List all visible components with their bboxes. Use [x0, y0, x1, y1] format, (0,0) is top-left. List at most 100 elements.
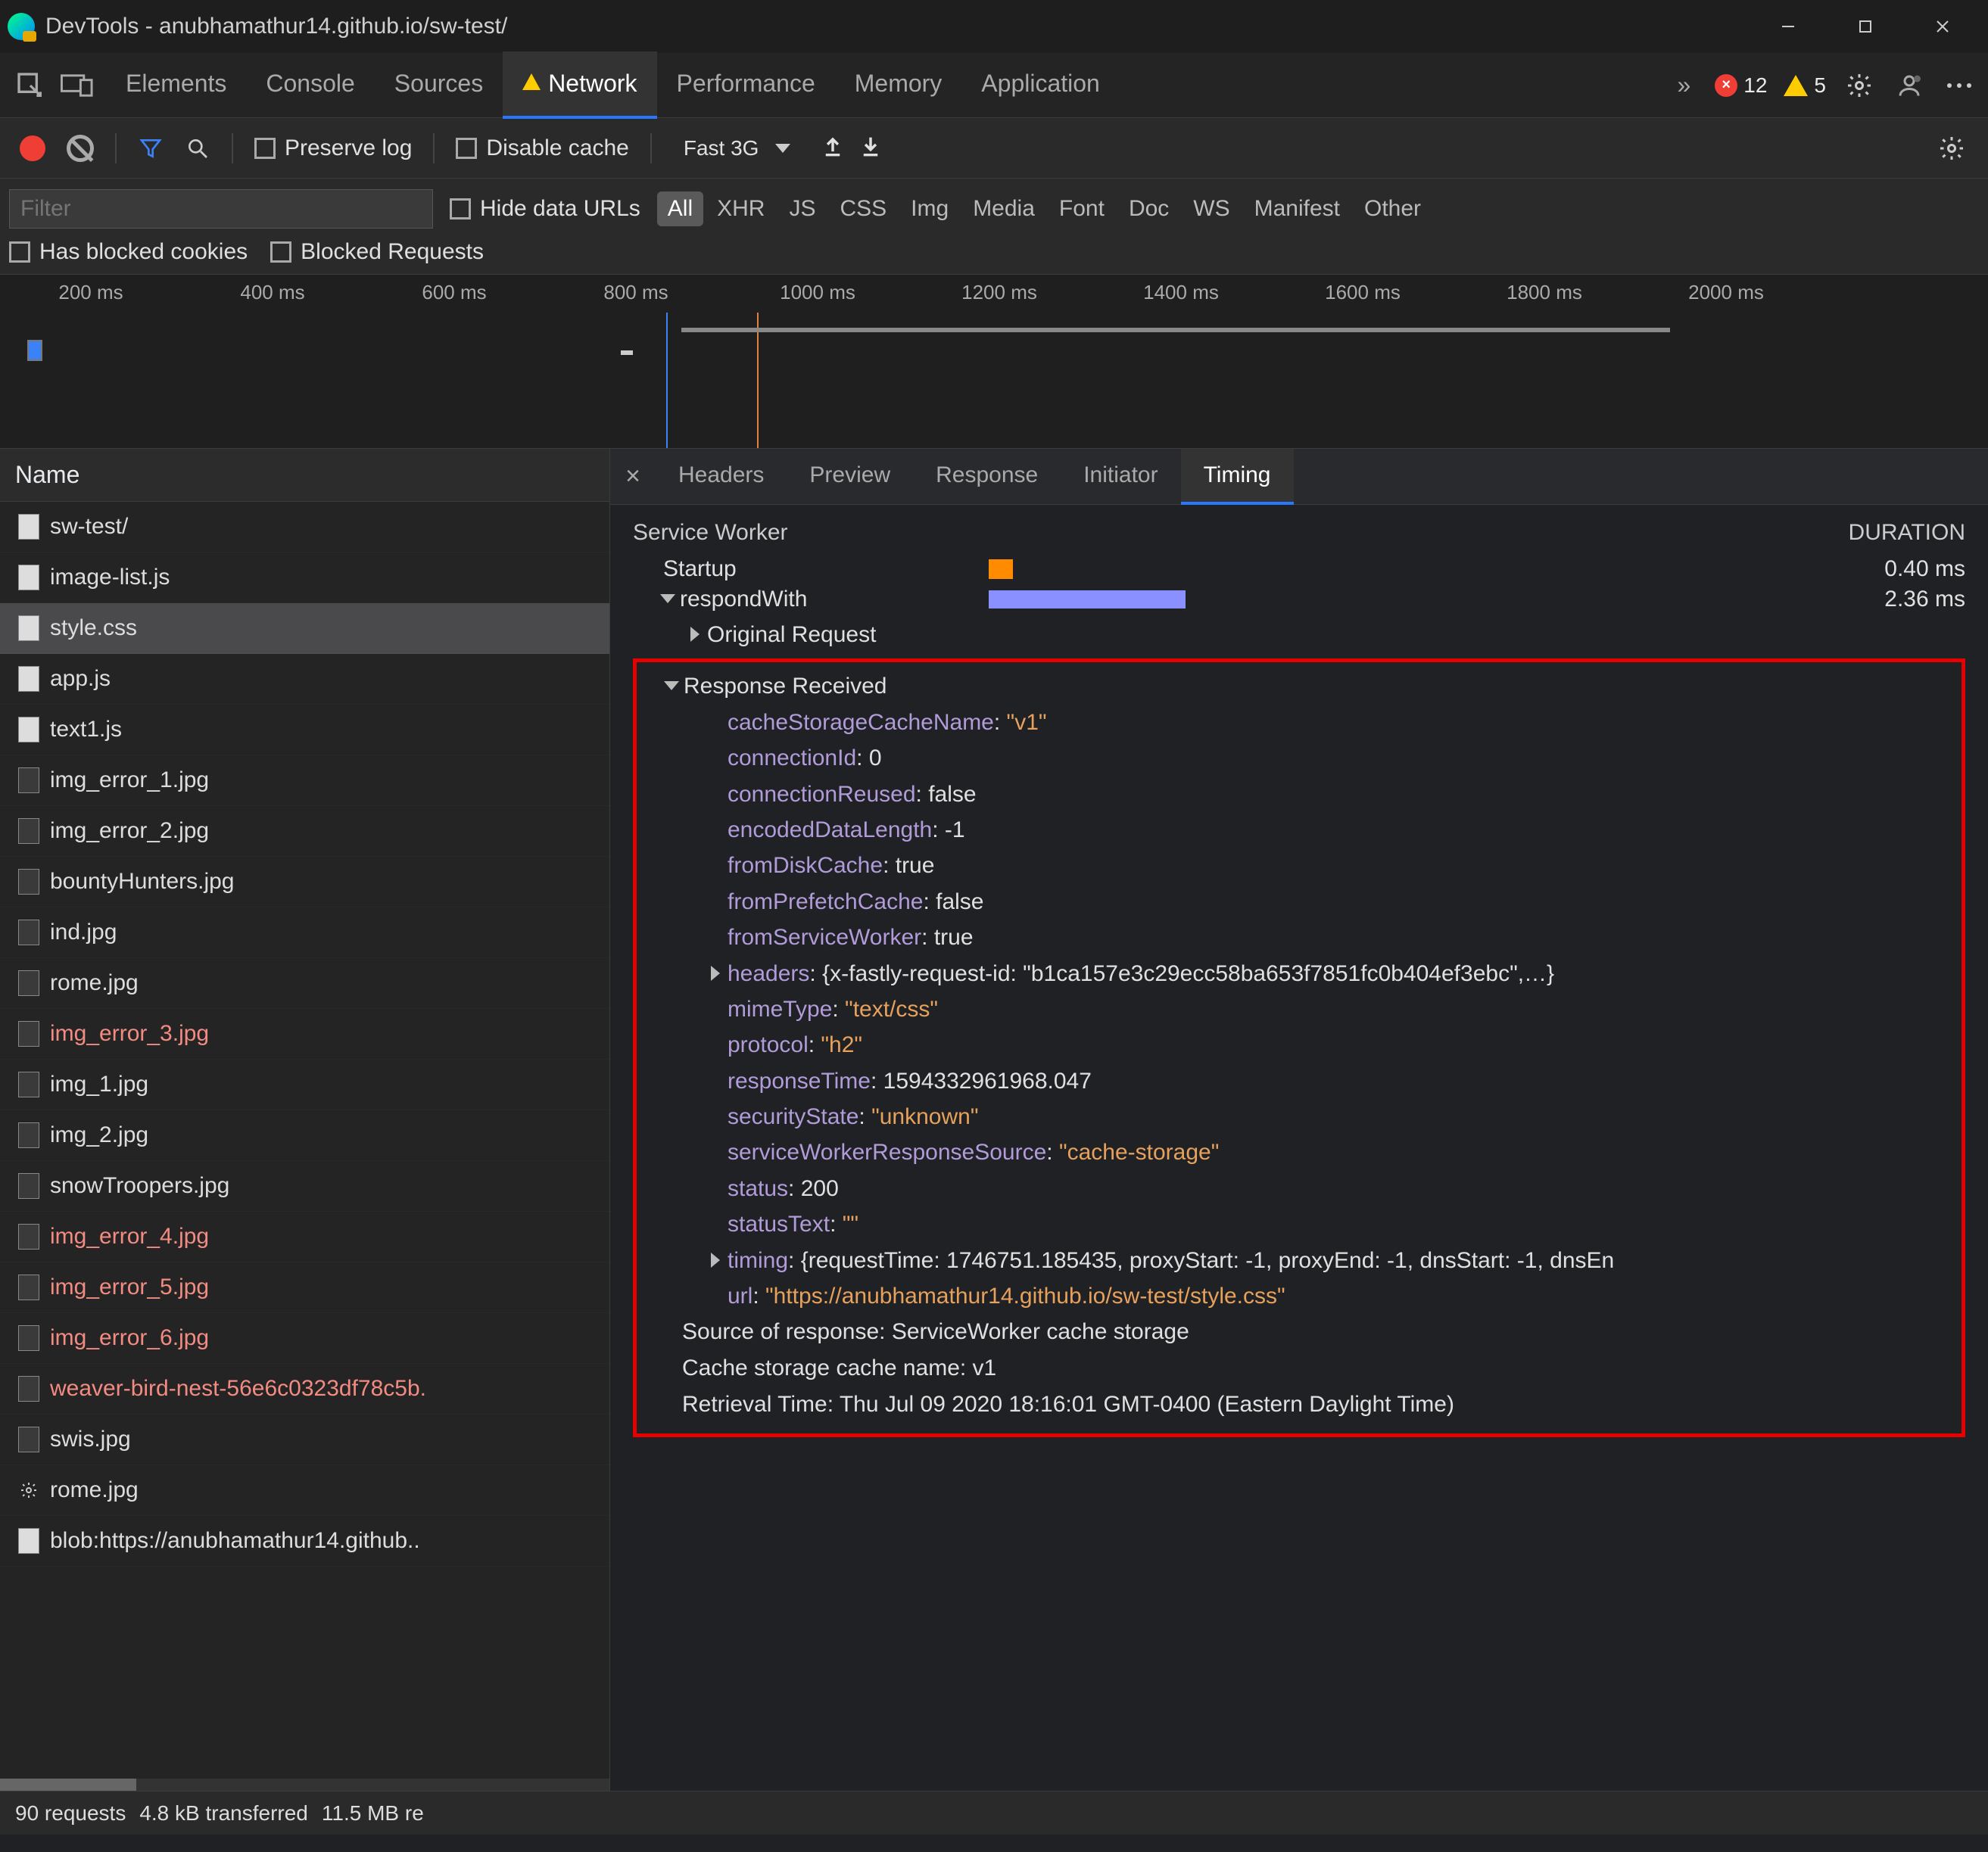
filter-type-font[interactable]: Font	[1049, 191, 1115, 226]
name-column-header[interactable]: Name	[0, 449, 609, 502]
search-icon[interactable]	[185, 135, 210, 161]
hide-data-urls-checkbox[interactable]: Hide data URLs	[450, 196, 640, 222]
request-row[interactable]: snowTroopers.jpg	[0, 1161, 609, 1212]
detail-tab-timing[interactable]: Timing	[1181, 449, 1294, 505]
main-tab-network[interactable]: Network	[503, 51, 656, 119]
timeline-tick: 2000 ms	[1635, 281, 1817, 304]
request-row[interactable]: ind.jpg	[0, 907, 609, 958]
filter-type-manifest[interactable]: Manifest	[1244, 191, 1351, 226]
warning-count[interactable]: 5	[1784, 73, 1826, 98]
main-tab-console[interactable]: Console	[246, 51, 374, 119]
account-icon[interactable]	[1893, 69, 1926, 102]
close-detail-icon[interactable]: ×	[610, 462, 656, 491]
close-button[interactable]	[1905, 4, 1980, 49]
property-row[interactable]: timing: {requestTime: 1746751.185435, pr…	[644, 1243, 1954, 1278]
request-row[interactable]: app.js	[0, 654, 609, 705]
more-panels-button[interactable]: »	[1669, 53, 1698, 117]
detail-tab-response[interactable]: Response	[913, 449, 1061, 505]
request-row[interactable]: img_error_5.jpg	[0, 1262, 609, 1313]
request-row[interactable]: img_error_3.jpg	[0, 1009, 609, 1060]
request-row[interactable]: weaver-bird-nest-56e6c0323df78c5b.	[0, 1364, 609, 1415]
filter-type-ws[interactable]: WS	[1183, 191, 1240, 226]
settings-icon[interactable]	[1843, 69, 1876, 102]
response-received-node[interactable]: Response Received	[644, 668, 1954, 704]
property-row[interactable]: url: "https://anubhamathur14.github.io/s…	[644, 1278, 1954, 1314]
request-row[interactable]: rome.jpg	[0, 1465, 609, 1516]
detail-tab-initiator[interactable]: Initiator	[1061, 449, 1180, 505]
disclosure-triangle-icon[interactable]	[711, 966, 720, 981]
main-tab-bar: ElementsConsoleSourcesNetworkPerformance…	[0, 53, 1988, 118]
original-request-node[interactable]: Original Request	[633, 617, 1965, 652]
main-tab-performance[interactable]: Performance	[657, 51, 835, 119]
filter-type-css[interactable]: CSS	[829, 191, 897, 226]
request-row[interactable]: rome.jpg	[0, 958, 609, 1009]
request-row[interactable]: sw-test/	[0, 502, 609, 552]
property-row[interactable]: statusText: ""	[644, 1206, 1954, 1242]
filter-type-xhr[interactable]: XHR	[706, 191, 775, 226]
disable-cache-checkbox[interactable]: Disable cache	[456, 135, 628, 161]
request-row[interactable]: img_error_4.jpg	[0, 1212, 609, 1262]
main-tab-application[interactable]: Application	[961, 51, 1120, 119]
network-overview-timeline[interactable]: 200 ms400 ms600 ms800 ms1000 ms1200 ms14…	[0, 275, 1988, 449]
disclosure-triangle-icon[interactable]	[660, 594, 675, 603]
property-row[interactable]: serviceWorkerResponseSource: "cache-stor…	[644, 1135, 1954, 1170]
main-tab-elements[interactable]: Elements	[106, 51, 246, 119]
detail-tab-preview[interactable]: Preview	[787, 449, 913, 505]
detail-tab-headers[interactable]: Headers	[656, 449, 787, 505]
filter-toggle-icon[interactable]	[138, 135, 164, 161]
property-row[interactable]: fromPrefetchCache: false	[644, 884, 1954, 920]
request-row[interactable]: img_1.jpg	[0, 1060, 609, 1110]
kebab-menu-icon[interactable]	[1943, 69, 1976, 102]
property-row[interactable]: status: 200	[644, 1171, 1954, 1206]
filter-type-media[interactable]: Media	[962, 191, 1045, 226]
property-row[interactable]: encodedDataLength: -1	[644, 812, 1954, 848]
property-row[interactable]: connectionId: 0	[644, 740, 1954, 776]
timing-row: Startup0.40 ms	[633, 556, 1965, 582]
filter-type-other[interactable]: Other	[1354, 191, 1432, 226]
error-count[interactable]: × 12	[1715, 73, 1767, 98]
record-button[interactable]	[20, 135, 45, 161]
timeline-slider[interactable]	[681, 328, 1670, 332]
property-row[interactable]: responseTime: 1594332961968.047	[644, 1063, 1954, 1099]
download-har-icon[interactable]	[860, 134, 881, 162]
request-row[interactable]: blob:https://anubhamathur14.github..	[0, 1516, 609, 1567]
request-row[interactable]: image-list.js	[0, 552, 609, 603]
device-toggle-icon[interactable]	[59, 67, 95, 104]
main-tab-sources[interactable]: Sources	[375, 51, 503, 119]
property-row[interactable]: securityState: "unknown"	[644, 1099, 1954, 1135]
clear-button[interactable]	[67, 135, 94, 162]
disclosure-triangle-icon[interactable]	[711, 1253, 720, 1268]
property-row[interactable]: protocol: "h2"	[644, 1027, 1954, 1063]
request-row[interactable]: swis.jpg	[0, 1415, 609, 1465]
property-row[interactable]: connectionReused: false	[644, 777, 1954, 812]
filter-type-img[interactable]: Img	[900, 191, 959, 226]
has-blocked-cookies-checkbox[interactable]: Has blocked cookies	[9, 239, 248, 265]
request-row[interactable]: text1.js	[0, 705, 609, 755]
property-row[interactable]: fromDiskCache: true	[644, 848, 1954, 883]
upload-har-icon[interactable]	[822, 134, 843, 162]
property-row[interactable]: cacheStorageCacheName: "v1"	[644, 705, 1954, 740]
filter-input[interactable]	[9, 189, 433, 229]
preserve-log-checkbox[interactable]: Preserve log	[254, 135, 412, 161]
main-tab-memory[interactable]: Memory	[835, 51, 962, 119]
filter-type-all[interactable]: All	[657, 191, 703, 226]
request-row[interactable]: bountyHunters.jpg	[0, 857, 609, 907]
minimize-button[interactable]	[1750, 4, 1826, 49]
request-row[interactable]: style.css	[0, 603, 609, 654]
filter-type-doc[interactable]: Doc	[1118, 191, 1179, 226]
blocked-requests-checkbox[interactable]: Blocked Requests	[270, 239, 484, 265]
property-row[interactable]: headers: {x-fastly-request-id: "b1ca157e…	[644, 956, 1954, 991]
property-row[interactable]: mimeType: "text/css"	[644, 991, 1954, 1027]
inspect-icon[interactable]	[12, 67, 48, 104]
filter-type-js[interactable]: JS	[778, 191, 826, 226]
status-transferred: 4.8 kB transferred	[139, 1801, 308, 1826]
request-row[interactable]: img_error_6.jpg	[0, 1313, 609, 1364]
property-row[interactable]: fromServiceWorker: true	[644, 920, 1954, 955]
maximize-button[interactable]	[1828, 4, 1903, 49]
request-row[interactable]: img_2.jpg	[0, 1110, 609, 1161]
horizontal-scrollbar[interactable]	[0, 1779, 609, 1791]
request-row[interactable]: img_error_1.jpg	[0, 755, 609, 806]
request-row[interactable]: img_error_2.jpg	[0, 806, 609, 857]
throttling-select[interactable]: Fast 3G	[673, 132, 802, 165]
network-settings-icon[interactable]	[1935, 132, 1968, 165]
